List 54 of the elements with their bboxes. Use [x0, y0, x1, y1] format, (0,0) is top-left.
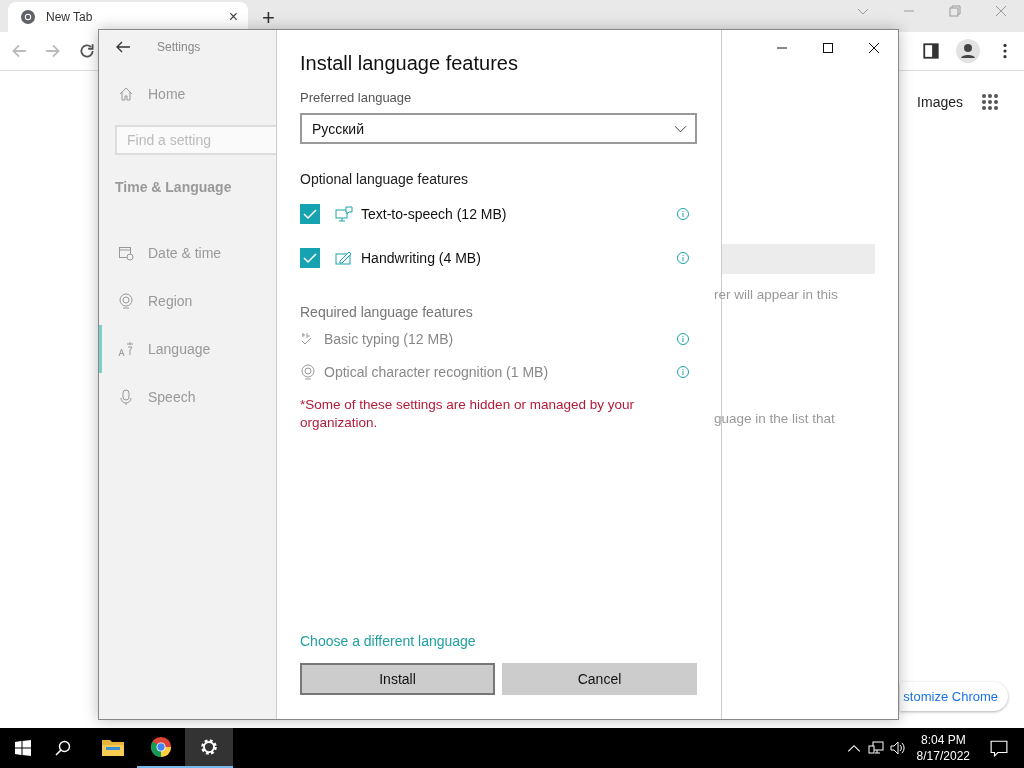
section-heading: Required language features	[300, 304, 474, 320]
field-label: Preferred language	[300, 90, 413, 105]
apps-grid-icon[interactable]	[981, 93, 999, 111]
feature-label: Basic typing (12 MB)	[324, 330, 455, 347]
camera-icon	[300, 363, 316, 380]
section-heading: Optional language features	[300, 171, 470, 187]
policy-note: *Some of these settings are hidden or managed by your organization.	[300, 396, 635, 432]
browser-tab[interactable]: New Tab ×	[8, 2, 248, 32]
info-icon[interactable]	[676, 207, 690, 221]
new-tab-button[interactable]: +	[262, 7, 275, 29]
calendar-clock-icon	[118, 245, 134, 261]
description-text: rer will appear in this	[714, 287, 838, 302]
pen-tablet-icon	[335, 250, 353, 266]
language-icon	[118, 341, 134, 357]
home-icon	[118, 86, 134, 102]
info-icon[interactable]	[676, 251, 690, 265]
clock[interactable]: 8:04 PM 8/17/2022	[916, 732, 970, 764]
search-icon[interactable]	[55, 740, 71, 756]
volume-icon[interactable]	[889, 740, 906, 756]
back-icon[interactable]	[115, 39, 131, 55]
notifications-icon[interactable]	[990, 739, 1008, 757]
section-heading: Time & Language	[114, 178, 233, 197]
info-icon[interactable]	[676, 331, 690, 346]
windows-start-icon[interactable]	[15, 740, 31, 756]
speech-monitor-icon	[335, 206, 353, 222]
feature-label: Handwriting (4 MB)	[361, 250, 482, 266]
close-tab-button[interactable]: ×	[228, 9, 238, 25]
feature-label: Optical character recognition (1 MB)	[324, 363, 550, 380]
side-panel-icon[interactable]	[922, 42, 940, 60]
globe-icon	[118, 293, 134, 309]
tab-title: New Tab	[46, 10, 94, 24]
cancel-button[interactable]: Cancel	[502, 663, 697, 695]
settings-button[interactable]	[185, 728, 233, 768]
browser-logo-icon	[149, 736, 173, 758]
description-text: guage in the list that	[714, 411, 835, 426]
language-dropdown[interactable]: Русский	[300, 113, 697, 144]
profile-icon[interactable]	[956, 39, 980, 63]
dialog-title: Install language features	[300, 52, 519, 75]
chevron-down-icon	[674, 124, 687, 133]
maximize-icon[interactable]	[822, 42, 834, 54]
chrome-logo-icon	[20, 9, 36, 25]
checkbox[interactable]	[300, 204, 320, 224]
reload-icon[interactable]	[78, 42, 96, 60]
checkbox[interactable]	[300, 248, 320, 268]
customize-chrome-button[interactable]: stomize Chrome	[900, 682, 1008, 711]
feature-label: Text-to-speech (12 MB)	[361, 206, 508, 222]
search-field[interactable]: Find a setting	[115, 125, 276, 155]
info-icon[interactable]	[676, 364, 690, 379]
install-button[interactable]: Install	[300, 663, 495, 695]
window-title: Settings	[157, 40, 201, 54]
network-icon[interactable]	[867, 740, 884, 756]
close-icon[interactable]	[868, 42, 880, 54]
images-link[interactable]: Images	[917, 94, 963, 110]
microphone-icon	[118, 389, 134, 405]
